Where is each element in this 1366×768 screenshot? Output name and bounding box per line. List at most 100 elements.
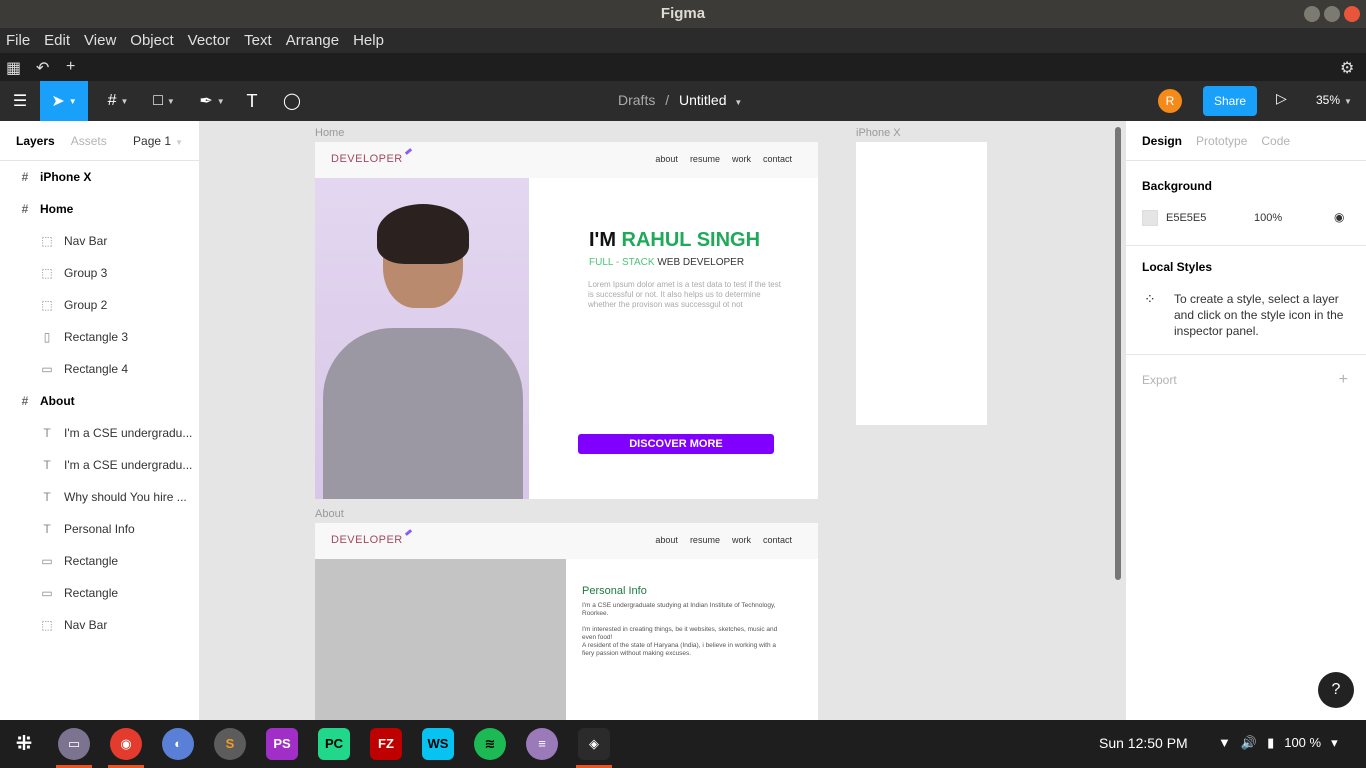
- layer-row[interactable]: ▭ Rectangle 4: [0, 353, 199, 385]
- help-button[interactable]: ?: [1318, 672, 1354, 708]
- menu-vector[interactable]: Vector: [188, 32, 231, 49]
- background-swatch[interactable]: [1142, 210, 1158, 226]
- background-hex[interactable]: E5E5E5: [1166, 212, 1206, 224]
- chevron-down-icon: ▼: [68, 96, 77, 106]
- shape-icon: ▭: [41, 554, 53, 568]
- tab-design[interactable]: Design: [1142, 134, 1182, 148]
- close-button[interactable]: [1344, 6, 1360, 22]
- maximize-button[interactable]: [1324, 6, 1340, 22]
- layer-row[interactable]: ▭ Rectangle: [0, 545, 199, 577]
- layer-row[interactable]: # iPhone X: [0, 161, 199, 193]
- chrome-icon[interactable]: ◉: [110, 728, 142, 760]
- menu-file[interactable]: File: [6, 32, 30, 49]
- tab-prototype[interactable]: Prototype: [1196, 134, 1247, 148]
- layer-row[interactable]: # About: [0, 385, 199, 417]
- layer-row[interactable]: T I'm a CSE undergradu...: [0, 449, 199, 481]
- photo-hair: [377, 204, 469, 264]
- file-name[interactable]: Untitled: [679, 92, 726, 108]
- menu-arrange[interactable]: Arrange: [286, 32, 339, 49]
- chevron-down-icon: ▼: [1344, 97, 1352, 106]
- text-tool[interactable]: T: [238, 81, 266, 121]
- frame-iphone-x[interactable]: [856, 142, 987, 425]
- canvas[interactable]: Home DEVELOPER about resume work contact…: [200, 121, 1125, 720]
- filezilla-icon[interactable]: FZ: [370, 728, 402, 760]
- spotify-icon[interactable]: ≋: [474, 728, 506, 760]
- frame-label-iphone[interactable]: iPhone X: [856, 127, 901, 139]
- shape-icon: ▯: [43, 330, 51, 344]
- canvas-scrollbar[interactable]: [1115, 127, 1121, 580]
- layer-row[interactable]: ⬚ Nav Bar: [0, 609, 199, 641]
- drafts-link[interactable]: Drafts: [618, 92, 655, 108]
- webstorm-icon[interactable]: WS: [422, 728, 454, 760]
- about-paragraph-3: A resident of the state of Haryana (Indi…: [582, 642, 777, 657]
- pycharm-icon[interactable]: PC: [318, 728, 350, 760]
- layer-row[interactable]: T I'm a CSE undergradu...: [0, 417, 199, 449]
- share-button[interactable]: Share: [1203, 86, 1257, 116]
- tab-bar: ▦ ↶ + ⚙: [0, 53, 1366, 81]
- add-export-icon[interactable]: +: [1339, 371, 1348, 389]
- minimize-button[interactable]: [1304, 6, 1320, 22]
- background-opacity[interactable]: 100%: [1254, 212, 1282, 224]
- layer-name: About: [40, 394, 75, 408]
- layer-row[interactable]: ▯ Rectangle 3: [0, 321, 199, 353]
- eye-icon[interactable]: ◉: [1334, 210, 1344, 224]
- move-tool[interactable]: ➤ ▼: [40, 81, 88, 121]
- home-nav-links: about resume work contact: [655, 154, 792, 164]
- battery-level: 100 %: [1284, 735, 1322, 750]
- grid-icon[interactable]: ▦: [6, 58, 21, 78]
- chevron-down-icon[interactable]: ▼: [734, 98, 742, 107]
- page-selector[interactable]: Page 1 ▼: [133, 134, 183, 148]
- clock[interactable]: Sun 12:50 PM: [1099, 735, 1188, 751]
- pen-tool[interactable]: ✒ ▼: [192, 81, 232, 121]
- layer-name: Rectangle: [64, 554, 119, 568]
- about-text: I'm a CSE undergraduate studying at Indi…: [582, 602, 788, 658]
- pen-icon: ✒: [199, 93, 213, 110]
- zoom-dropdown[interactable]: 35% ▼: [1316, 93, 1352, 107]
- menu-object[interactable]: Object: [130, 32, 173, 49]
- text-editor-icon[interactable]: ≡: [526, 728, 558, 760]
- layer-row[interactable]: ⬚ Group 3: [0, 257, 199, 289]
- layer-row[interactable]: # Home: [0, 193, 199, 225]
- layer-name: iPhone X: [40, 170, 92, 184]
- shape-icon: ⬚: [41, 234, 53, 248]
- layer-row[interactable]: T Why should You hire ...: [0, 481, 199, 513]
- frame-home[interactable]: DEVELOPER about resume work contact I'M …: [315, 142, 818, 499]
- gear-icon[interactable]: ⚙: [1340, 58, 1354, 78]
- tab-assets[interactable]: Assets: [71, 134, 107, 148]
- layer-row[interactable]: ▭ Rectangle: [0, 577, 199, 609]
- frame-about[interactable]: DEVELOPER about resume work contact Pers…: [315, 523, 818, 720]
- apps-grid-icon[interactable]: ⁜: [8, 728, 40, 760]
- main-menu-button[interactable]: ☰: [8, 81, 32, 121]
- new-tab-icon[interactable]: +: [66, 58, 75, 76]
- figma-icon[interactable]: ◈: [578, 728, 610, 760]
- shape-icon: ⬚: [41, 266, 53, 280]
- layer-row[interactable]: ⬚ Group 2: [0, 289, 199, 321]
- menu-edit[interactable]: Edit: [44, 32, 70, 49]
- frame-label-about[interactable]: About: [315, 508, 344, 520]
- system-tray[interactable]: ▼ 🔊 ▮ 100 % ▾: [1218, 735, 1338, 751]
- avatar[interactable]: R: [1158, 89, 1182, 113]
- present-button[interactable]: ▷: [1276, 90, 1287, 107]
- menu-help[interactable]: Help: [353, 32, 384, 49]
- text-icon: T: [43, 490, 51, 504]
- layer-row[interactable]: ⬚ Nav Bar: [0, 225, 199, 257]
- layer-row[interactable]: T Personal Info: [0, 513, 199, 545]
- comment-tool[interactable]: ◯: [278, 81, 306, 121]
- window-controls: [1304, 6, 1360, 22]
- sublime-icon[interactable]: S: [214, 728, 246, 760]
- subtitle-accent: FULL - STACK: [589, 257, 655, 268]
- menu-text[interactable]: Text: [244, 32, 272, 49]
- comment-icon: ◯: [283, 93, 301, 110]
- tab-code[interactable]: Code: [1261, 134, 1290, 148]
- frame-tool[interactable]: # ▼: [98, 81, 138, 121]
- profile-photo: [315, 178, 529, 499]
- files-icon[interactable]: ▭: [58, 728, 90, 760]
- back-icon[interactable]: ↶: [36, 58, 49, 78]
- shape-tool[interactable]: □ ▼: [144, 81, 184, 121]
- tab-layers[interactable]: Layers: [16, 134, 55, 148]
- frame-label-home[interactable]: Home: [315, 127, 344, 139]
- menu-view[interactable]: View: [84, 32, 116, 49]
- styles-icon: ⁘: [1144, 291, 1156, 307]
- phpstorm-icon[interactable]: PS: [266, 728, 298, 760]
- firefox-icon[interactable]: ◐: [162, 728, 194, 760]
